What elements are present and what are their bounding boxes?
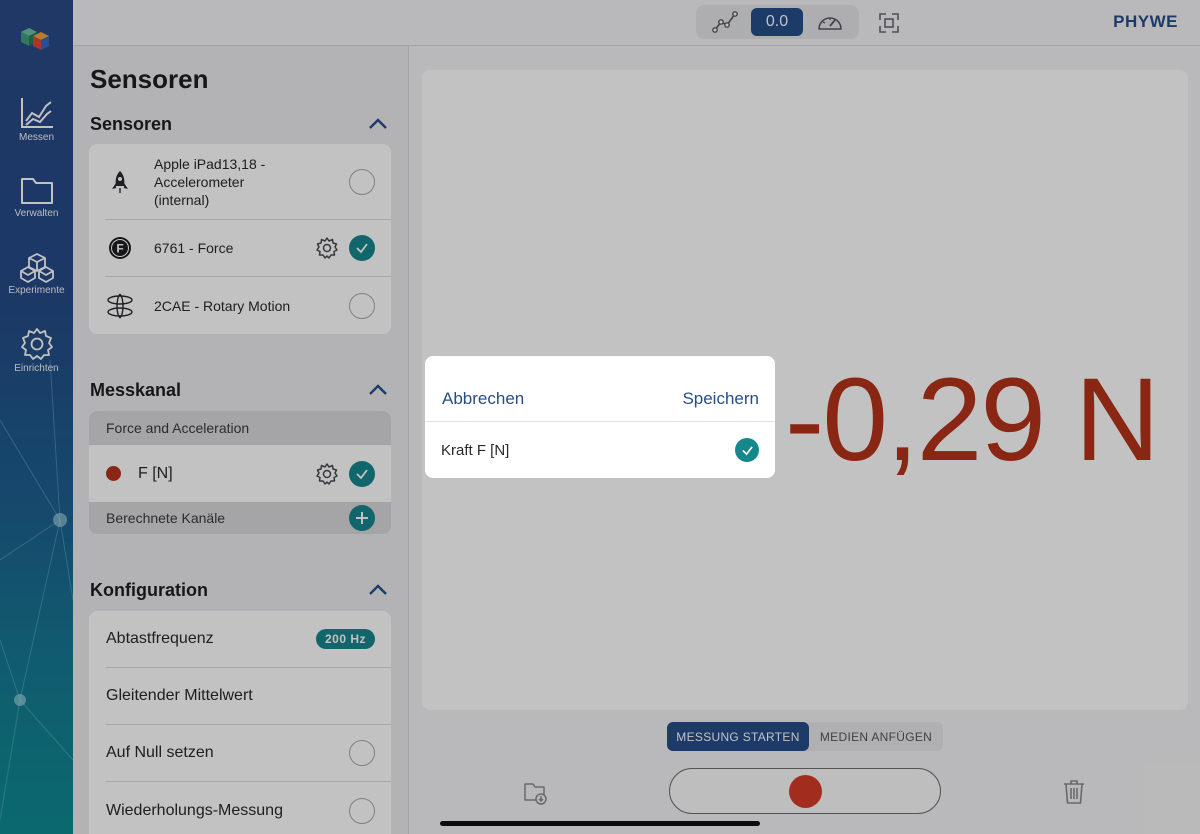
cancel-button[interactable]: Abbrechen xyxy=(442,389,524,409)
channel-option[interactable]: Kraft F [N] xyxy=(425,422,775,478)
channel-picker-dialog: Abbrechen Speichern Kraft F [N] xyxy=(425,356,775,478)
dialog-header: Abbrechen Speichern xyxy=(425,356,775,422)
channel-option-check[interactable] xyxy=(735,438,759,462)
channel-option-label: Kraft F [N] xyxy=(441,441,510,459)
checkmark-icon xyxy=(741,445,753,455)
save-button[interactable]: Speichern xyxy=(682,389,759,409)
